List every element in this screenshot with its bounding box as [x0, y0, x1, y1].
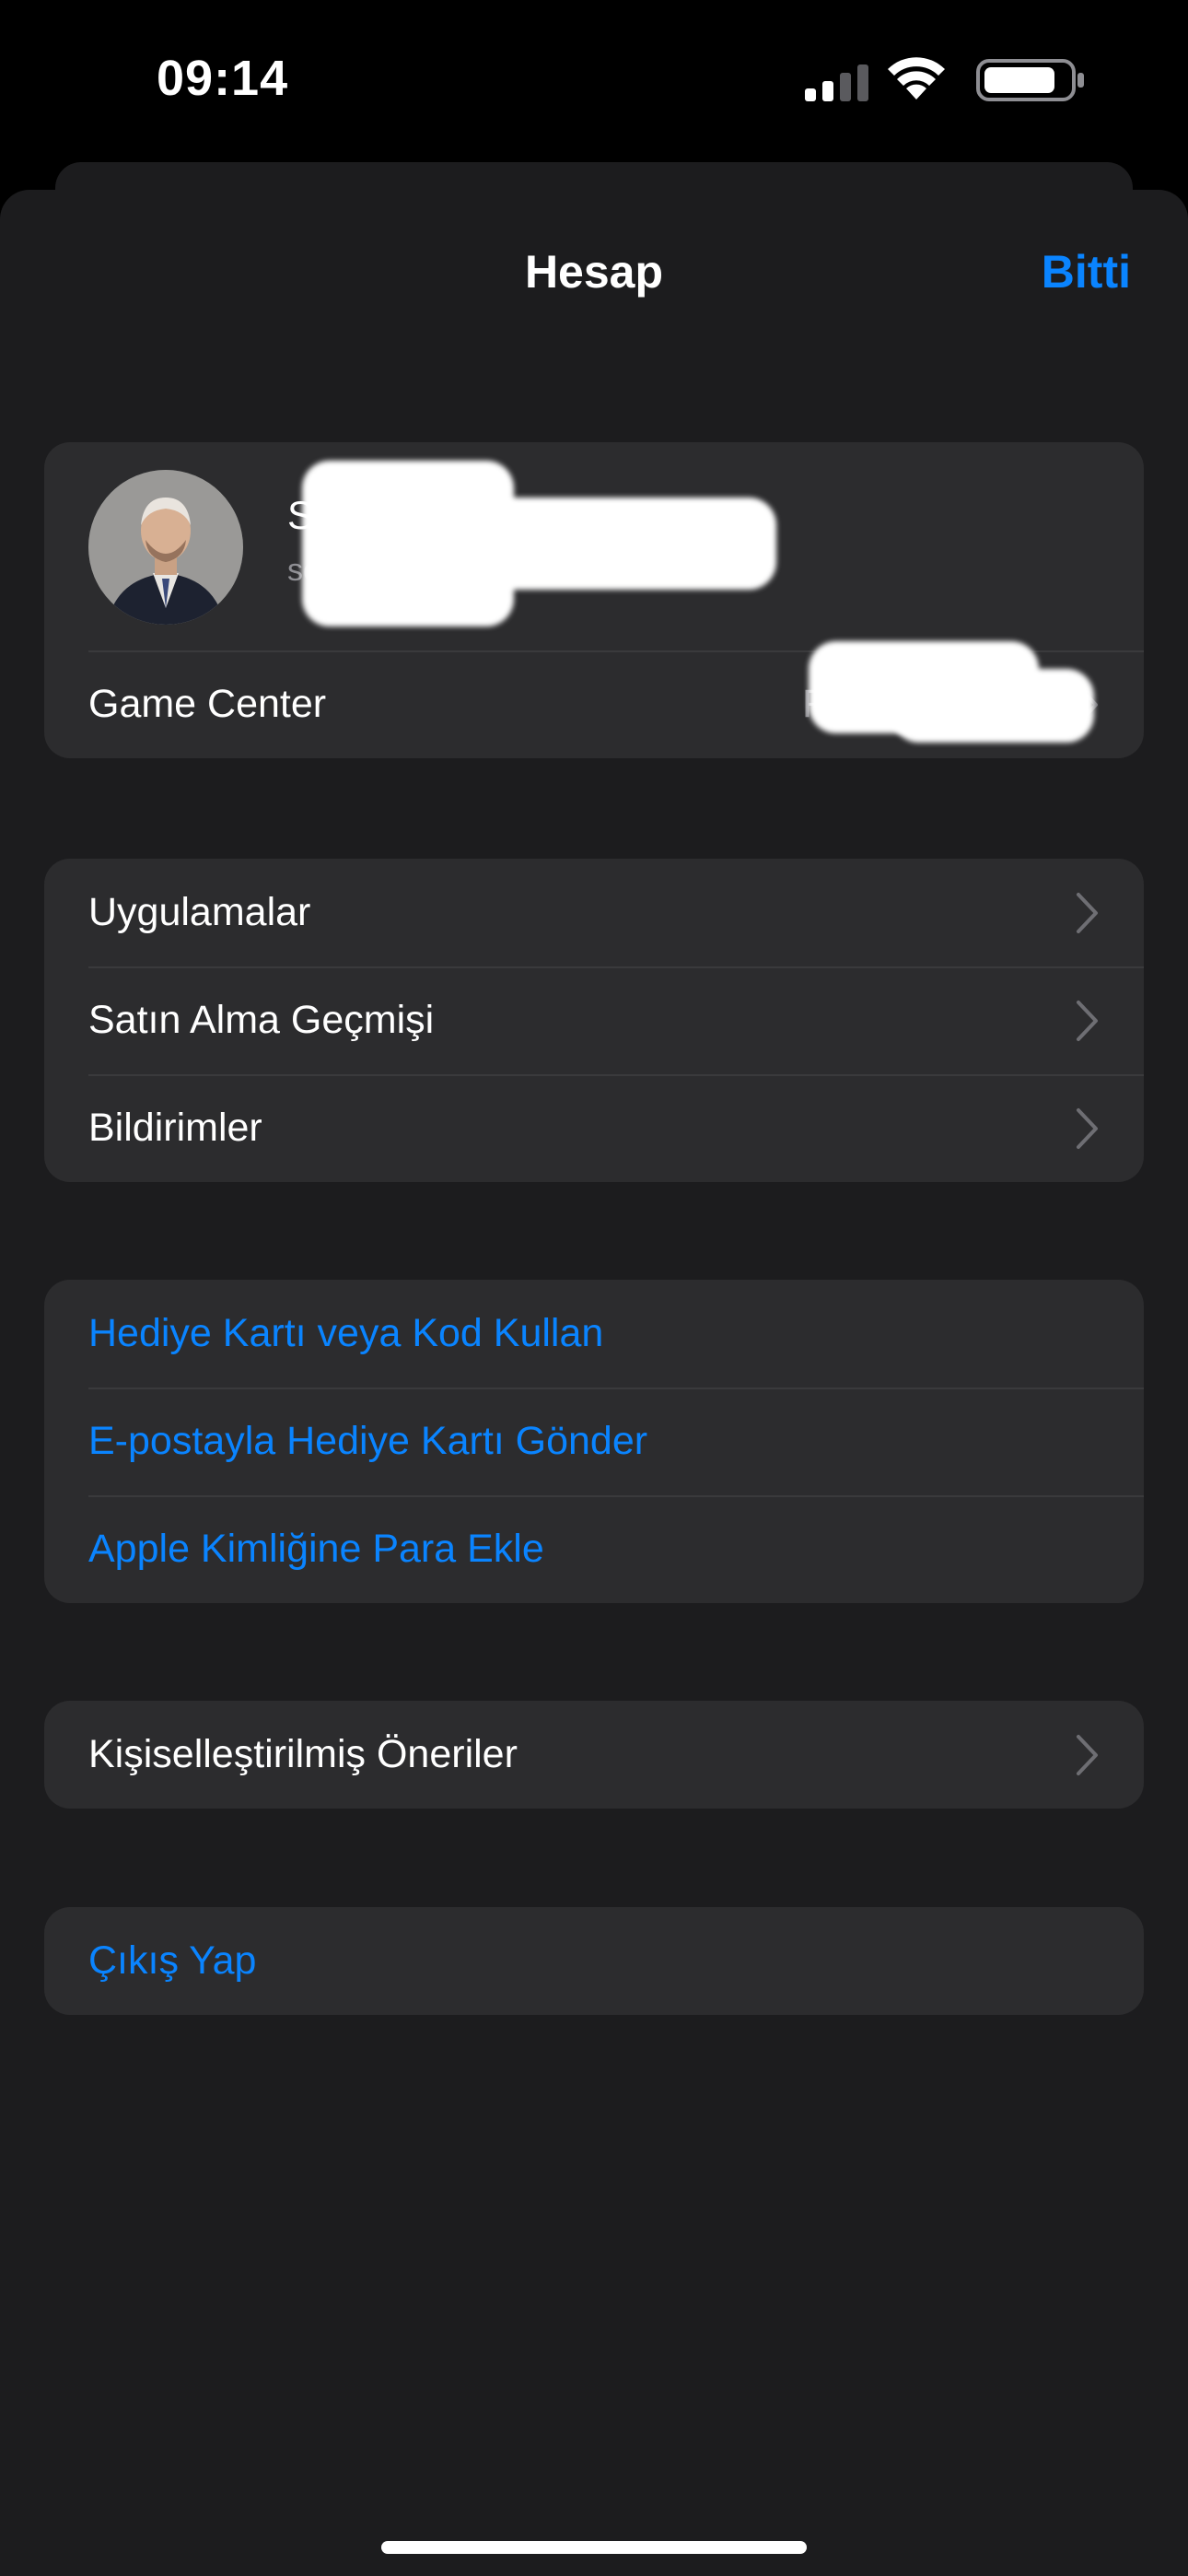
gift-card-group: Hediye Kartı veya Kod Kullan E-postayla … — [44, 1280, 1144, 1603]
home-indicator[interactable] — [381, 2541, 807, 2554]
recommendations-label: Kişiselleştirilmiş Öneriler — [88, 1732, 518, 1776]
personalized-recommendations-row[interactable]: Kişiselleştirilmiş Öneriler — [44, 1701, 1144, 1809]
avatar — [88, 470, 243, 625]
account-sheet: Hesap Bitti S se — [0, 190, 1188, 2576]
profile-row[interactable]: S se — [44, 442, 1144, 650]
status-bar: 09:14 — [0, 0, 1188, 166]
chevron-right-icon — [1077, 1108, 1098, 1149]
menu-item-notifications[interactable]: Bildirimler — [44, 1074, 1144, 1182]
status-time: 09:14 — [157, 51, 289, 106]
battery-icon — [976, 59, 1084, 101]
wifi-icon — [888, 57, 945, 100]
avatar-image — [88, 470, 243, 625]
game-center-row[interactable]: Game Center R — [44, 641, 1144, 758]
status-icons — [801, 57, 1087, 103]
menu-item-purchase-history[interactable]: Satın Alma Geçmişi — [44, 966, 1144, 1074]
chevron-right-icon — [1077, 1735, 1098, 1775]
redaction-mark — [431, 498, 776, 590]
game-center-label: Game Center — [88, 682, 327, 726]
chevron-right-icon — [1077, 1001, 1098, 1041]
add-funds-button[interactable]: Apple Kimliğine Para Ekle — [44, 1495, 1144, 1603]
cellular-signal-icon — [805, 64, 868, 101]
menu-item-apps[interactable]: Uygulamalar — [44, 859, 1144, 966]
menu-group: Uygulamalar Satın Alma Geçmişi Bildiriml… — [44, 859, 1144, 1182]
sign-out-button[interactable]: Çıkış Yap — [44, 1907, 1144, 2015]
recommendations-group: Kişiselleştirilmiş Öneriler — [44, 1701, 1144, 1809]
redaction-mark — [891, 669, 1094, 743]
chevron-right-icon — [1077, 893, 1098, 933]
send-gift-card-button[interactable]: E-postayla Hediye Kartı Gönder — [44, 1388, 1144, 1495]
signout-group: Çıkış Yap — [44, 1907, 1144, 2015]
redeem-gift-card-button[interactable]: Hediye Kartı veya Kod Kullan — [44, 1280, 1144, 1388]
page-title: Hesap — [524, 246, 664, 298]
menu-item-label: Satın Alma Geçmişi — [88, 998, 435, 1042]
done-button[interactable]: Bitti — [1042, 245, 1131, 299]
profile-group: S se Game Center R — [44, 442, 1144, 758]
menu-item-label: Bildirimler — [88, 1106, 262, 1150]
menu-item-label: Uygulamalar — [88, 890, 311, 934]
